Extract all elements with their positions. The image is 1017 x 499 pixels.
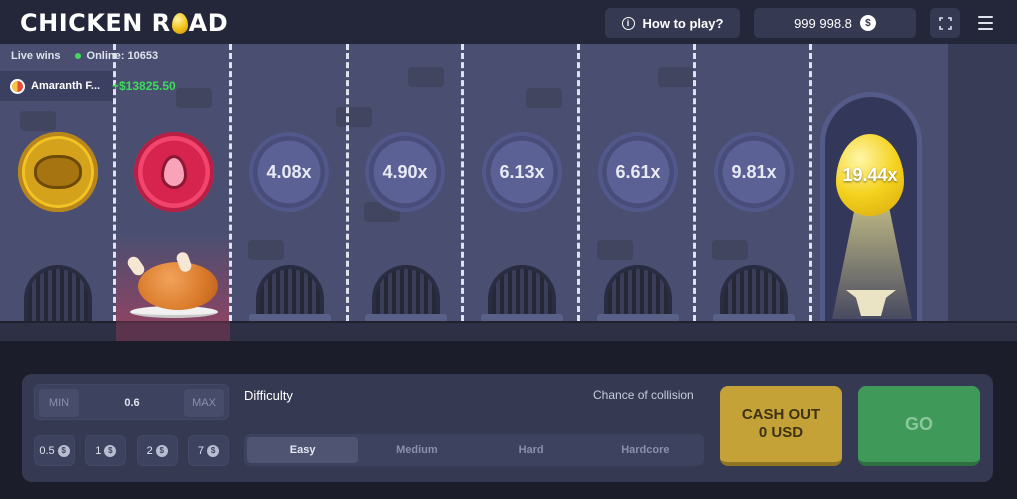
winner-amount: +$13825.50 [112,79,176,93]
bet-amount-input[interactable]: 0.6 [81,385,183,421]
difficulty-selector: Easy Medium Hard Hardcore [244,434,704,466]
quick-bet-chip[interactable]: 0.5 $ [34,435,75,466]
difficulty-hardcore[interactable]: Hardcore [590,437,701,463]
multiplier-label: 6.13x [499,161,545,182]
cash-out-button[interactable]: CASH OUT 0 USD [720,386,842,466]
wall-brick [176,88,212,108]
wall-brick [597,240,633,260]
dollar-coin-icon: $ [104,444,117,457]
live-win-entry: Amaranth F... [0,71,113,101]
balance-value: 999 998.8 [794,15,852,31]
lane-divider [346,44,349,321]
multiplier-label: 9.81x [731,161,777,182]
how-to-play-label: How to play? [642,15,724,31]
dollar-coin-icon: $ [155,444,168,457]
castle-wall [948,44,1017,321]
multiplier-label: 4.90x [382,161,428,182]
lane-coin[interactable]: 6.61x [598,132,678,212]
egg-logo-icon [171,12,188,34]
lane-coin-start [18,132,98,212]
lane-divider [809,44,812,321]
top-bar: CHICKEN R AD i How to play? 999 998.8 $ [0,0,1017,44]
go-button[interactable]: GO [858,386,980,466]
dollar-coin-icon: $ [57,444,70,457]
cash-out-label: CASH OUT [741,406,821,423]
collision-chance-label: Chance of collision [593,388,694,402]
game-road: Live wins Online: 10653 Amaranth F... +$… [0,44,1017,341]
wall-brick [408,67,444,87]
how-to-play-button[interactable]: i How to play? [605,8,740,38]
bottom-area: MIN 0.6 MAX 0.5 $ 1 $ 2 $ 7 $ Difficulty Cha… [0,341,1017,499]
max-bet-button[interactable]: MAX [184,389,224,417]
lane-divider [693,44,696,321]
dollar-coin-icon: $ [207,444,220,457]
current-lane-ground [116,321,230,341]
difficulty-label: Difficulty [244,388,293,403]
flame-icon [161,155,187,189]
sewer-grate [488,265,556,321]
difficulty-easy[interactable]: Easy [247,437,359,463]
lane-coin[interactable]: 4.90x [365,132,445,212]
lane-divider [461,44,464,321]
quick-bet-chip[interactable]: 7 $ [187,435,229,466]
fullscreen-icon [938,16,952,30]
final-multiplier-label: 19.44x [842,164,898,185]
info-icon: i [621,16,635,30]
lane-coin[interactable]: 6.13x [482,132,562,212]
lane-divider [577,44,580,321]
wall-brick [336,107,372,127]
min-bet-button[interactable]: MIN [39,389,79,417]
menu-button[interactable] [972,10,998,36]
quick-bet-chips: 0.5 $ 1 $ 2 $ 7 $ [34,435,229,466]
wall-brick [248,240,284,260]
multiplier-label: 4.08x [266,161,312,182]
difficulty-medium[interactable]: Medium [361,437,472,463]
online-count: Online: 10653 [74,50,158,62]
lane-coin-current [134,132,214,212]
quick-bet-chip[interactable]: 1 $ [85,435,127,466]
bet-section: MIN 0.6 MAX 0.5 $ 1 $ 2 $ 7 $ [34,384,229,474]
sewer-grate [24,265,92,321]
sewer-grate [604,265,672,321]
sewer-grate [720,265,788,321]
hamburger-icon [977,16,993,18]
wall-brick [712,240,748,260]
lane-coin[interactable]: 4.08x [249,132,329,212]
online-dot-icon [74,53,81,59]
wall-brick [526,88,562,108]
winner-name: Amaranth F... [31,80,101,92]
balance-display: 999 998.8 $ [754,8,916,38]
live-stats: Live wins Online: 10653 [11,50,158,62]
logo-text-left: CHICKEN R [20,9,171,37]
wall-brick [658,67,694,87]
logo-text-right: AD [188,9,229,37]
dollar-coin-icon: $ [859,15,876,31]
quick-bet-chip[interactable]: 2 $ [136,435,178,466]
lane-coin[interactable]: 9.81x [714,132,794,212]
country-flag-icon [10,78,25,94]
control-panel: MIN 0.6 MAX 0.5 $ 1 $ 2 $ 7 $ Difficulty Cha… [22,374,993,482]
game-logo: CHICKEN R AD [20,9,228,37]
sewer-grate [372,265,440,321]
wall-brick [20,111,56,131]
bet-input-box: MIN 0.6 MAX [34,384,229,420]
fullscreen-button[interactable] [930,8,960,38]
live-wins-label: Live wins [11,50,61,62]
cash-out-amount: 0 USD [758,424,804,441]
multiplier-label: 6.61x [615,161,661,182]
roast-chicken [138,262,218,310]
roast-chicken-icon [34,155,82,189]
difficulty-hard[interactable]: Hard [476,437,587,463]
lane-divider [229,44,232,321]
sewer-grate [256,265,324,321]
